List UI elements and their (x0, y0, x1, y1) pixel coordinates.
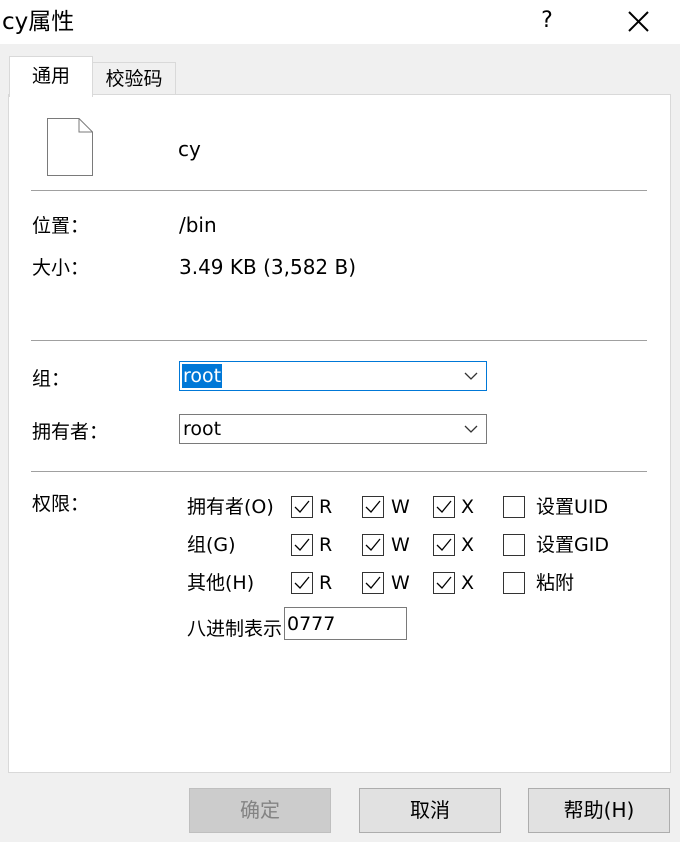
chevron-down-icon (464, 372, 478, 380)
sticky-checkbox[interactable] (503, 572, 525, 594)
setuid-label: 设置UID (536, 496, 609, 518)
checkmark-icon (294, 538, 310, 551)
group-exec-label: X (461, 534, 475, 556)
checkmark-icon (365, 576, 381, 589)
perm-row-group-label: 组(G) (187, 534, 236, 556)
chevron-down-icon (464, 425, 478, 433)
help-dialog-button[interactable]: 帮助(H) (528, 788, 670, 833)
setuid-checkbox[interactable] (503, 496, 525, 518)
tab-general[interactable]: 通用 (9, 56, 93, 97)
others-exec-label: X (461, 572, 475, 594)
checkmark-icon (436, 576, 452, 589)
others-read-checkbox[interactable] (291, 572, 313, 594)
owner-label: 拥有者： (32, 421, 109, 443)
others-write-label: W (391, 572, 410, 594)
close-icon (628, 11, 649, 32)
owner-read-label: R (319, 496, 333, 518)
perm-row-owner-label: 拥有者(O) (187, 496, 274, 518)
checkmark-icon (365, 538, 381, 551)
checkmark-icon (436, 500, 452, 513)
checkmark-icon (294, 576, 310, 589)
separator (31, 190, 647, 191)
separator (31, 471, 647, 472)
file-name: cy (178, 137, 201, 161)
others-read-label: R (319, 572, 333, 594)
sticky-label: 粘附 (536, 572, 575, 594)
group-write-checkbox[interactable] (362, 534, 384, 556)
location-label: 位置： (32, 215, 90, 237)
others-exec-checkbox[interactable] (433, 572, 455, 594)
group-label: 组： (32, 368, 71, 390)
location-value: /bin (179, 213, 217, 237)
octal-input[interactable] (284, 607, 407, 640)
owner-write-label: W (391, 496, 410, 518)
checkmark-icon (294, 500, 310, 513)
size-value: 3.49 KB (3,582 B) (179, 255, 357, 279)
tab-checksum[interactable]: 校验码 (92, 62, 176, 95)
checkmark-icon (365, 500, 381, 513)
owner-write-checkbox[interactable] (362, 496, 384, 518)
title-bar (0, 0, 680, 44)
group-read-checkbox[interactable] (291, 534, 313, 556)
cancel-button[interactable]: 取消 (359, 788, 501, 833)
group-exec-checkbox[interactable] (433, 534, 455, 556)
setgid-label: 设置GID (536, 534, 609, 556)
document-icon (46, 117, 94, 177)
permissions-label: 权限： (32, 493, 90, 515)
separator (31, 340, 647, 341)
owner-exec-label: X (461, 496, 475, 518)
size-label: 大小： (32, 257, 90, 279)
owner-select-value: root (183, 418, 222, 440)
others-write-checkbox[interactable] (362, 572, 384, 594)
group-select[interactable]: root (179, 361, 487, 391)
group-select-value: root (182, 364, 223, 388)
window-title: cy属性 (2, 9, 75, 35)
perm-row-others-label: 其他(H) (187, 572, 255, 594)
setgid-checkbox[interactable] (503, 534, 525, 556)
owner-exec-checkbox[interactable] (433, 496, 455, 518)
octal-label: 八进制表示 (187, 618, 283, 640)
checkmark-icon (436, 538, 452, 551)
help-button[interactable]: ? (530, 4, 564, 38)
owner-select[interactable]: root (179, 414, 487, 444)
ok-button[interactable]: 确定 (189, 788, 331, 833)
group-read-label: R (319, 534, 333, 556)
group-write-label: W (391, 534, 410, 556)
close-button[interactable] (620, 4, 656, 40)
owner-read-checkbox[interactable] (291, 496, 313, 518)
